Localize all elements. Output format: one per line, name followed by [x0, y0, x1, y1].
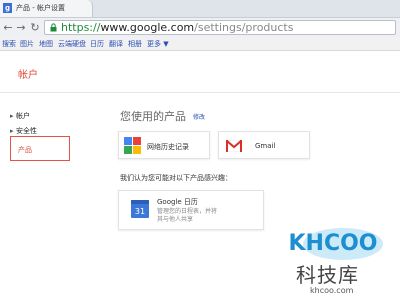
browser-tab-strip: g 产品 - 帐户设置 — [0, 0, 400, 18]
google-bar-item-news[interactable]: 云端硬盘 — [58, 39, 86, 49]
product-name: 网络历史记录 — [147, 143, 189, 151]
svg-text:KHCOO: KHCOO — [288, 231, 377, 256]
calendar-icon: 31 — [131, 200, 149, 218]
products-section-title: 您使用的产品 — [120, 110, 186, 123]
gmail-icon — [226, 140, 242, 152]
svg-text:31: 31 — [135, 207, 145, 216]
google-bar-item-search[interactable]: 搜索 — [2, 39, 16, 49]
suggested-products-title: 我们认为您可能对以下产品感兴趣： — [120, 174, 232, 182]
google-bar-item-translate[interactable]: 翻译 — [109, 39, 123, 49]
google-bar: 搜索 图片 地图 云端硬盘 日历 翻译 相册 更多 ▼ — [0, 38, 400, 51]
google-favicon-icon: g — [3, 3, 12, 13]
product-card-web-history[interactable]: 网络历史记录 — [118, 131, 210, 159]
reload-icon[interactable]: ↻ — [29, 21, 41, 35]
forward-arrow-icon[interactable]: → — [15, 21, 27, 35]
back-arrow-icon[interactable]: ← — [2, 21, 14, 35]
web-history-icon — [124, 137, 141, 154]
browser-tab[interactable]: g 产品 - 帐户设置 — [0, 0, 93, 17]
watermark-chinese-text: 科技库 — [296, 263, 359, 287]
google-bar-item-photos[interactable]: 相册 — [128, 39, 142, 49]
lock-icon — [50, 23, 57, 32]
header-divider — [0, 92, 400, 93]
google-bar-item-more[interactable]: 更多 ▼ — [147, 39, 169, 49]
watermark-url: khcoo.com — [310, 286, 354, 295]
url-text: https://www.google.com/settings/products — [61, 21, 294, 34]
browser-toolbar: ← → ↻ https://www.google.com/settings/pr… — [0, 18, 400, 38]
address-bar[interactable]: https://www.google.com/settings/products — [44, 20, 396, 35]
suggested-card-calendar[interactable]: 31 Google 日历 管理您的日程表，并将其与他人共享 — [118, 190, 264, 230]
tab-title: 产品 - 帐户设置 — [16, 4, 65, 12]
sidebar-item-account[interactable]: ▸ 帐户 — [10, 111, 30, 121]
google-bar-item-maps[interactable]: 地图 — [39, 39, 53, 49]
product-card-gmail[interactable]: Gmail — [218, 131, 310, 159]
suggested-product-description: 管理您的日程表，并将其与他人共享 — [157, 208, 218, 223]
google-bar-item-images[interactable]: 图片 — [20, 39, 34, 49]
edit-products-link[interactable]: 修改 — [193, 112, 205, 121]
sidebar-item-security[interactable]: ▸ 安全性 — [10, 126, 37, 136]
page-title: 帐户 — [18, 70, 38, 81]
google-bar-item-calendar[interactable]: 日历 — [90, 39, 104, 49]
sidebar-item-products[interactable]: 产品 — [10, 136, 70, 161]
suggested-product-name: Google 日历 — [157, 198, 198, 206]
product-name: Gmail — [255, 142, 276, 150]
